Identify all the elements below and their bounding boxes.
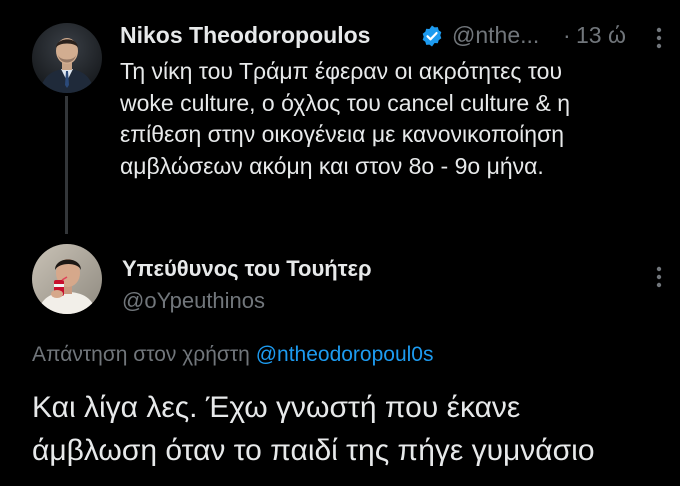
author-display-name[interactable]: Υπεύθυνος του Τουήτερ [122, 254, 372, 284]
avatar[interactable] [32, 23, 102, 93]
author-handle[interactable]: @nthe... [452, 20, 539, 50]
author-handle[interactable]: @oYpeuthinos [122, 286, 265, 316]
verified-badge-icon [420, 24, 444, 48]
tweet-text-line: άμβλωση όταν το παιδί της πήγε γυμνάσιο [32, 434, 595, 467]
replying-to-label: Απάντηση στον χρήστη [32, 343, 250, 366]
meta-separator: · [563, 22, 571, 48]
tweet-text-line: επίθεση στην οικογένεια με κανονικοποίησ… [120, 121, 565, 147]
avatar[interactable] [32, 244, 102, 314]
replying-to: Απάντηση στον χρήστη @ntheodoropoul0s [32, 341, 434, 369]
tweet-text: Και λίγα λες. Έχω γνωστή που έκανε άμβλω… [32, 386, 672, 472]
tweet-text: Τη νίκη του Τράμπ έφεραν οι ακρότητες το… [120, 56, 660, 182]
thread-connector-line [65, 96, 68, 234]
author-display-name[interactable]: Nikos Theodoropoulos [120, 20, 370, 50]
tweet-text-line: Τη νίκη του Τράμπ έφεραν οι ακρότητες το… [120, 58, 563, 84]
tweet-timestamp[interactable]: 13 ώ [576, 20, 626, 50]
tweet-text-line: Και λίγα λες. Έχω γνωστή που έκανε [32, 391, 521, 424]
tweet-text-line: woke culture, ο όχλος του cancel culture… [120, 89, 571, 116]
tweet-text-line: αμβλώσεων ακόμη και στον 8ο - 9ο μήνα. [120, 152, 544, 179]
more-options-icon[interactable] [654, 266, 664, 288]
more-options-icon[interactable] [654, 27, 664, 49]
replying-to-mention-link[interactable]: @ntheodoropoul0s [256, 343, 434, 366]
